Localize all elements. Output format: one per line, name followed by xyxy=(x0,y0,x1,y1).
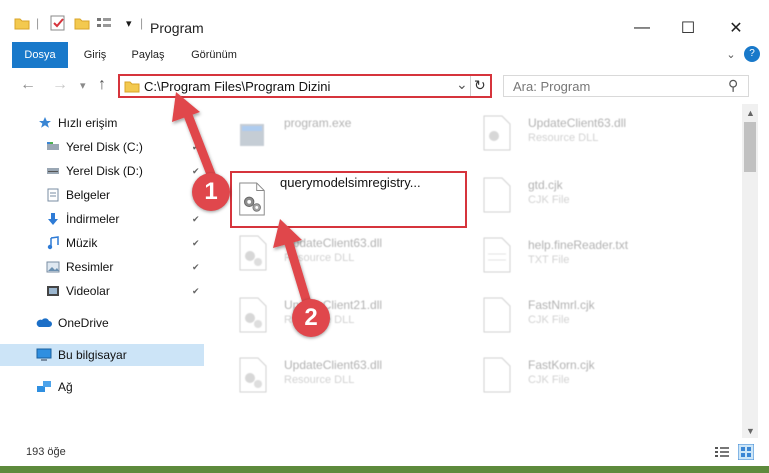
arrow-1 xyxy=(172,92,219,187)
arrow-2 xyxy=(273,219,313,311)
step-badge-2: 2 xyxy=(292,299,330,337)
step-badge-1: 1 xyxy=(192,173,230,211)
annotation-arrows xyxy=(172,92,313,311)
